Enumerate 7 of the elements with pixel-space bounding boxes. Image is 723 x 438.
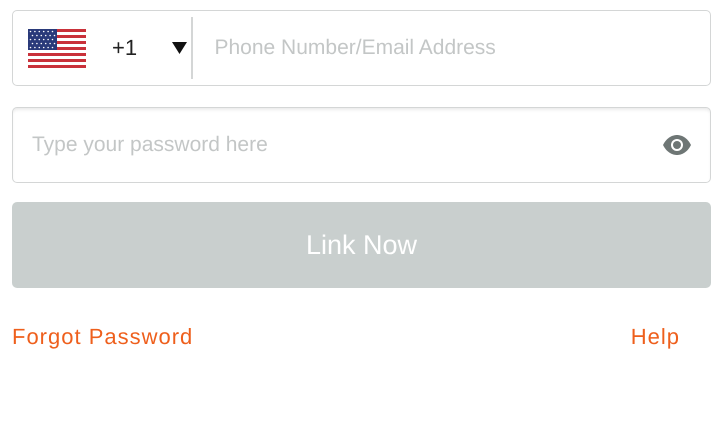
text-link[interactable]: Forgot Password — [12, 324, 194, 350]
text-link[interactable]: Help — [630, 324, 680, 350]
caret-icon — [172, 42, 187, 54]
eye-icon[interactable] — [663, 135, 691, 155]
country-code-selector[interactable]: +1 — [13, 11, 187, 85]
password-field[interactable]: Type your password here — [12, 107, 711, 183]
phone-email-field[interactable]: +1 Phone Number/Email Address — [12, 10, 711, 86]
